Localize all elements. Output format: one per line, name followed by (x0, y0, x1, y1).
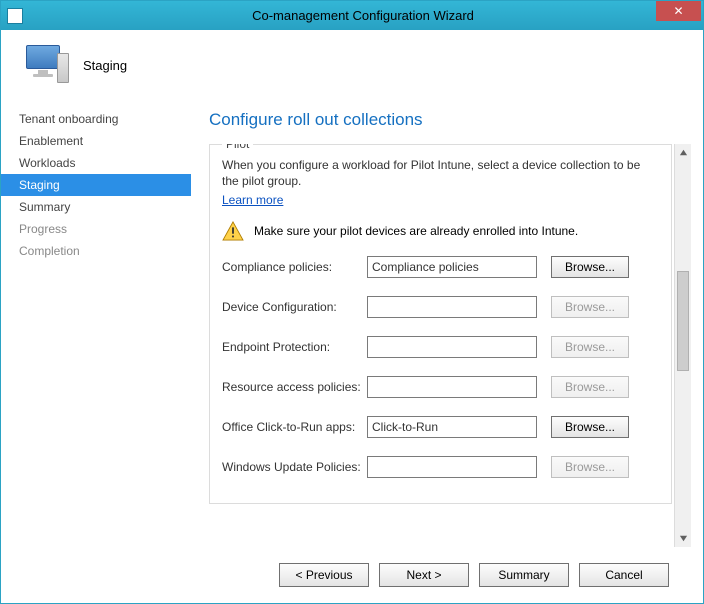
sidebar-item-label: Summary (19, 200, 70, 214)
row-label: Office Click-to-Run apps: (222, 420, 367, 434)
title-bar: Co-management Configuration Wizard ✕ (1, 1, 703, 30)
sidebar-item-label: Tenant onboarding (19, 112, 118, 126)
summary-button[interactable]: Summary (479, 563, 569, 587)
scroll-up-button[interactable] (675, 144, 691, 161)
browse-button[interactable]: Browse... (551, 416, 629, 438)
collection-input[interactable] (367, 296, 537, 318)
warning-icon (222, 221, 244, 241)
sidebar-item-label: Completion (19, 244, 80, 258)
wizard-header: Staging (1, 30, 703, 100)
close-button[interactable]: ✕ (656, 1, 701, 21)
chevron-down-icon (679, 534, 688, 543)
sidebar-item-completion[interactable]: Completion (1, 240, 191, 262)
config-row: Office Click-to-Run apps: Browse... (222, 415, 659, 439)
browse-button: Browse... (551, 296, 629, 318)
header-section-label: Staging (83, 58, 127, 73)
learn-more-link[interactable]: Learn more (222, 193, 283, 207)
wizard-sidebar: Tenant onboarding Enablement Workloads Stag… (1, 100, 191, 603)
chevron-up-icon (679, 148, 688, 157)
wizard-footer: < Previous Next > Summary Cancel (209, 547, 691, 603)
sidebar-item-label: Progress (19, 222, 67, 236)
config-row: Windows Update Policies: Browse... (222, 455, 659, 479)
config-row: Resource access policies: Browse... (222, 375, 659, 399)
config-row: Endpoint Protection: Browse... (222, 335, 659, 359)
browse-button: Browse... (551, 456, 629, 478)
collection-input[interactable] (367, 336, 537, 358)
row-label: Endpoint Protection: (222, 340, 367, 354)
browse-button[interactable]: Browse... (551, 256, 629, 278)
sidebar-item-progress[interactable]: Progress (1, 218, 191, 240)
window-title: Co-management Configuration Wizard (23, 8, 703, 23)
content-area: Pilot When you configure a workload for … (209, 144, 674, 547)
sidebar-item-label: Staging (19, 178, 60, 192)
content-scroll-wrap: Pilot When you configure a workload for … (209, 144, 691, 547)
scroll-thumb[interactable] (677, 271, 689, 371)
close-icon: ✕ (673, 5, 683, 17)
wizard-window: Co-management Configuration Wizard ✕ Sta… (0, 0, 704, 604)
config-row: Compliance policies: Browse... (222, 255, 659, 279)
sidebar-item-summary[interactable]: Summary (1, 196, 191, 218)
sidebar-item-workloads[interactable]: Workloads (1, 152, 191, 174)
config-row: Device Configuration: Browse... (222, 295, 659, 319)
sidebar-item-staging[interactable]: Staging (1, 174, 191, 196)
collection-input[interactable] (367, 416, 537, 438)
collection-input[interactable] (367, 456, 537, 478)
page-heading: Configure roll out collections (209, 110, 691, 130)
intro-text: When you configure a workload for Pilot … (222, 157, 659, 189)
next-button[interactable]: Next > (379, 563, 469, 587)
row-label: Resource access policies: (222, 380, 367, 394)
wizard-body: Tenant onboarding Enablement Workloads Stag… (1, 100, 703, 603)
computer-icon (21, 45, 69, 85)
collection-input[interactable] (367, 256, 537, 278)
collection-input[interactable] (367, 376, 537, 398)
scroll-down-button[interactable] (675, 530, 691, 547)
sidebar-item-label: Workloads (19, 156, 75, 170)
browse-button: Browse... (551, 376, 629, 398)
sidebar-item-tenant-onboarding[interactable]: Tenant onboarding (1, 108, 191, 130)
row-label: Compliance policies: (222, 260, 367, 274)
vertical-scrollbar[interactable] (674, 144, 691, 547)
cancel-button[interactable]: Cancel (579, 563, 669, 587)
row-label: Device Configuration: (222, 300, 367, 314)
pilot-group: Pilot When you configure a workload for … (209, 144, 672, 504)
group-legend: Pilot (222, 144, 253, 151)
previous-button[interactable]: < Previous (279, 563, 369, 587)
scroll-track[interactable] (675, 161, 691, 530)
sidebar-item-enablement[interactable]: Enablement (1, 130, 191, 152)
warning-row: Make sure your pilot devices are already… (222, 221, 659, 241)
wizard-main: Configure roll out collections Pilot Whe… (191, 100, 703, 603)
browse-button: Browse... (551, 336, 629, 358)
system-icon (7, 8, 23, 24)
sidebar-item-label: Enablement (19, 134, 83, 148)
row-label: Windows Update Policies: (222, 460, 367, 474)
warning-text: Make sure your pilot devices are already… (254, 224, 578, 238)
